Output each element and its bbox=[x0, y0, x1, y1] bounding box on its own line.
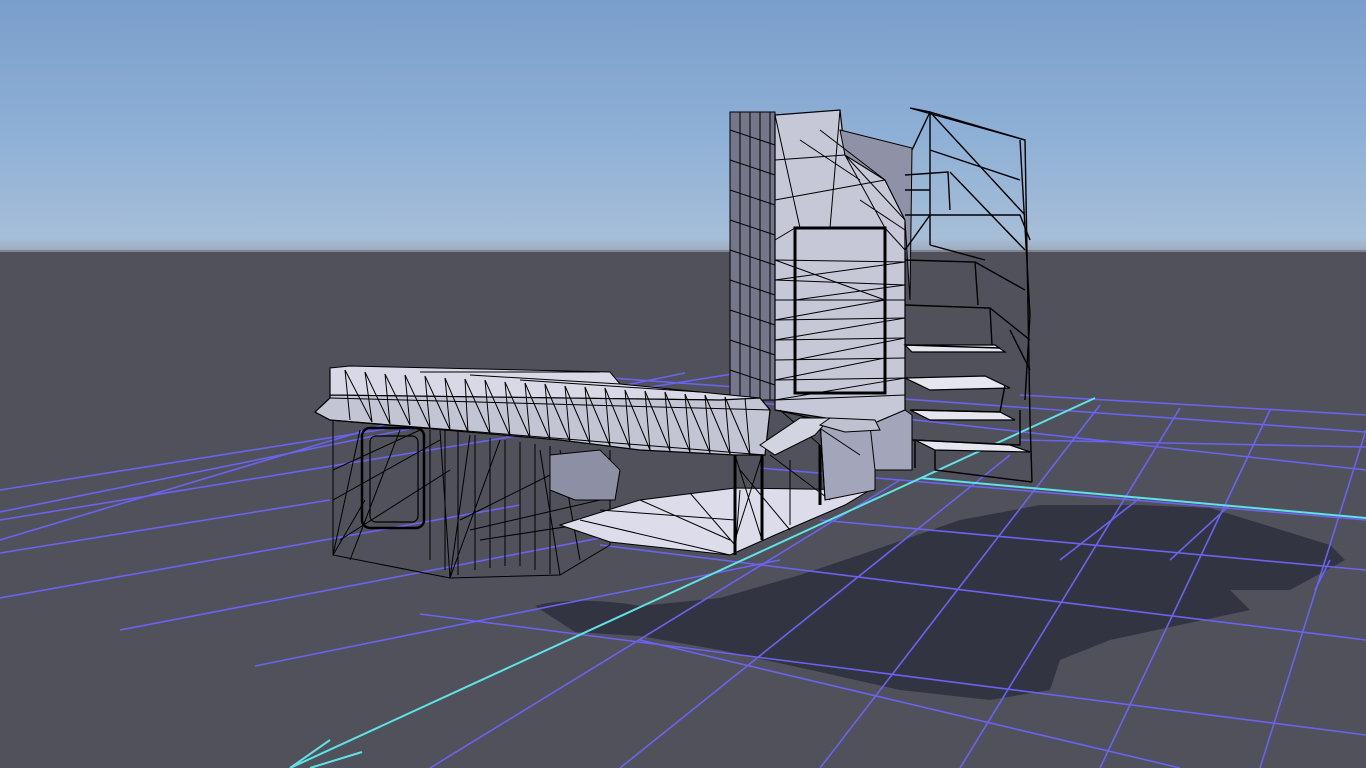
3d-viewport[interactable] bbox=[0, 0, 1366, 768]
scene-canvas[interactable] bbox=[0, 0, 1366, 768]
building-mesh[interactable] bbox=[313, 109, 913, 579]
tower-side bbox=[729, 111, 776, 401]
